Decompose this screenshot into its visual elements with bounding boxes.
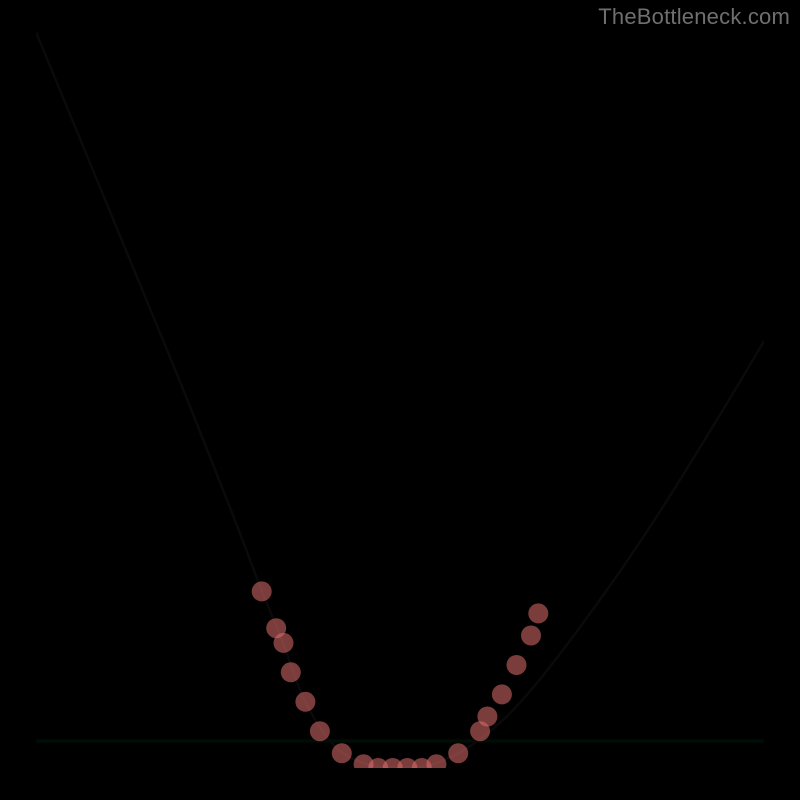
highlight-dot — [281, 662, 301, 682]
highlight-dot — [426, 754, 446, 768]
highlight-dot — [448, 743, 468, 763]
bottleneck-curve — [36, 32, 764, 768]
highlight-dot — [477, 707, 497, 727]
plot-area — [36, 32, 764, 768]
attribution-text: TheBottleneck.com — [598, 4, 790, 30]
highlight-dot — [507, 655, 527, 675]
highlight-dot — [332, 743, 352, 763]
highlight-dot — [528, 603, 548, 623]
highlight-dot — [492, 684, 512, 704]
highlight-dot — [274, 633, 294, 653]
curve-layer — [36, 32, 764, 768]
highlight-dot — [252, 581, 272, 601]
highlight-dots — [252, 581, 549, 768]
highlight-dot — [310, 721, 330, 741]
highlight-dot — [521, 626, 541, 646]
highlight-dot — [295, 692, 315, 712]
chart-stage: TheBottleneck.com — [0, 0, 800, 800]
